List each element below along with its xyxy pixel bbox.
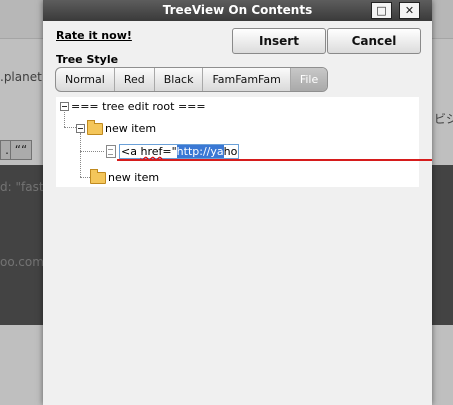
folder-icon [90, 168, 106, 184]
edit-text-suffix: ho [223, 145, 238, 158]
spellcheck-underline [117, 159, 432, 161]
tree-connector [80, 151, 104, 152]
tree-item-new-item[interactable]: new item [76, 119, 157, 135]
insert-button[interactable]: Insert [232, 28, 326, 54]
tree-item-label: new item [105, 122, 157, 135]
tree-style-tabs: Normal Red Black FamFamFam File [55, 67, 329, 92]
file-icon [106, 145, 116, 158]
style-tab-famfamfam[interactable]: FamFamFam [203, 68, 291, 91]
collapse-icon[interactable] [60, 102, 69, 111]
edit-text-href: href [140, 145, 163, 158]
tree-item-new-item-2[interactable]: new item [90, 168, 160, 184]
edit-text-prefix: <a [121, 145, 141, 158]
style-tab-normal[interactable]: Normal [56, 68, 115, 91]
tree-item-editing[interactable]: <a href="http://yaho [106, 144, 240, 159]
close-button[interactable]: ✕ [399, 2, 420, 19]
treeview-dialog: TreeView On Contents □ ✕ Rate it now! In… [43, 0, 432, 405]
tree-item-label: new item [108, 171, 160, 184]
rate-it-link[interactable]: Rate it now! [56, 29, 132, 42]
tree-root-node[interactable]: === tree edit root === [60, 100, 206, 113]
style-tab-red[interactable]: Red [115, 68, 155, 91]
tree-item-edit-input[interactable]: <a href="http://yaho [119, 144, 240, 159]
cancel-button[interactable]: Cancel [327, 28, 421, 54]
maximize-button[interactable]: □ [371, 2, 392, 19]
collapse-icon[interactable] [76, 124, 85, 133]
folder-open-icon [87, 119, 103, 135]
tree-connector [80, 133, 81, 177]
tree-view: === tree edit root === new item <a href=… [56, 97, 432, 187]
style-tab-black[interactable]: Black [155, 68, 204, 91]
tree-root-label: === tree edit root === [71, 100, 206, 113]
edit-text-eq: =" [162, 145, 177, 158]
tree-style-label: Tree Style [56, 53, 119, 66]
style-tab-file[interactable]: File [290, 68, 328, 91]
tree-connector [80, 177, 90, 178]
edit-text-selected: http://ya [176, 145, 224, 158]
